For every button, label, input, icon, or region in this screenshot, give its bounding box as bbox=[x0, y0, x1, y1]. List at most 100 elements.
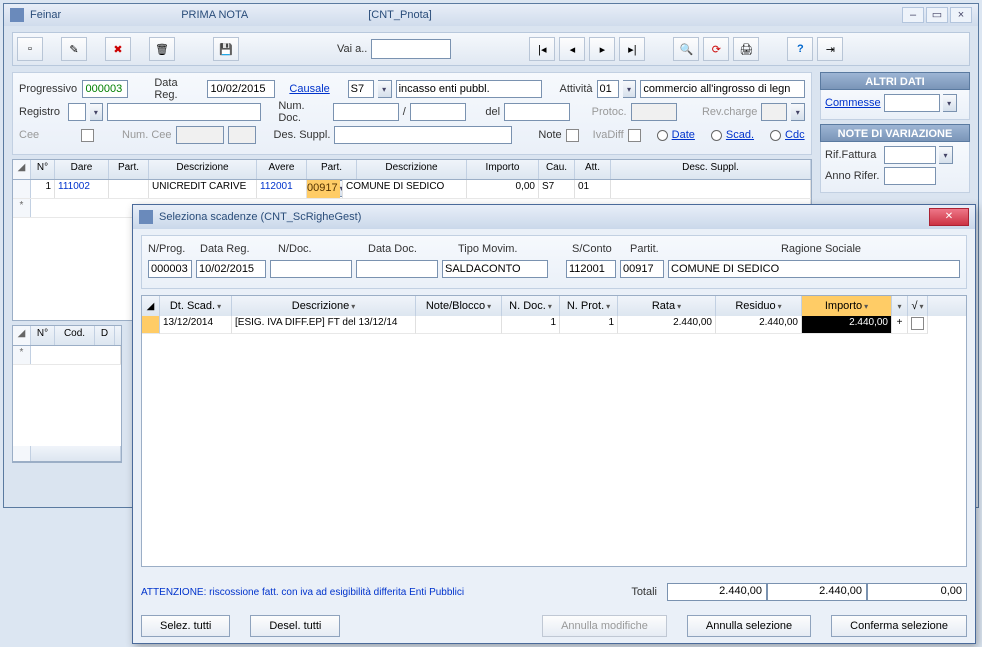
cdc-radio[interactable] bbox=[770, 130, 781, 141]
note-checkbox[interactable] bbox=[566, 129, 579, 142]
conferma-selezione-button[interactable]: Conferma selezione bbox=[831, 615, 967, 637]
rev-charge-label: Rev.charge bbox=[702, 106, 757, 118]
close-button[interactable]: × bbox=[950, 7, 972, 23]
col-cau[interactable]: Cau. bbox=[539, 160, 575, 179]
ndoc-field[interactable] bbox=[270, 260, 352, 278]
minimize-button[interactable]: – bbox=[902, 7, 924, 23]
help-button[interactable]: ? bbox=[787, 37, 813, 61]
attivita-dropdown[interactable]: ▾ bbox=[623, 80, 637, 98]
preview-button[interactable]: 🔍 bbox=[673, 37, 699, 61]
progressivo-field[interactable] bbox=[82, 80, 128, 98]
causale-desc-field[interactable] bbox=[396, 80, 542, 98]
col-plus[interactable]: ▾ bbox=[892, 296, 908, 316]
desel-tutti-button[interactable]: Desel. tutti bbox=[250, 615, 340, 637]
importo-editor[interactable]: 2.440,00 bbox=[802, 316, 892, 334]
dialog-close-button[interactable]: ✕ bbox=[929, 208, 969, 226]
scadenza-row[interactable]: 13/12/2014 [ESIG. IVA DIFF.EP] FT del 13… bbox=[142, 316, 966, 334]
attivita-desc-field[interactable] bbox=[640, 80, 805, 98]
col-att[interactable]: Att. bbox=[575, 160, 611, 179]
datareg-label: Data Reg. bbox=[200, 243, 274, 255]
col2-d[interactable]: D bbox=[95, 326, 115, 345]
window-title: PRIMA NOTA bbox=[181, 9, 248, 21]
data-reg-field[interactable] bbox=[207, 80, 275, 98]
grid-row[interactable]: 1 111002 UNICREDIT CARIVE 112001 00917 ▾… bbox=[13, 180, 811, 199]
delete-button[interactable]: ✖ bbox=[105, 37, 131, 61]
col-importo[interactable]: Importo▾ bbox=[802, 296, 892, 316]
col-part-d[interactable]: Part. bbox=[109, 160, 149, 179]
col-residuo[interactable]: Residuo▾ bbox=[716, 296, 802, 316]
nav-prev-button[interactable]: ◂ bbox=[559, 37, 585, 61]
col-rata[interactable]: Rata▾ bbox=[618, 296, 716, 316]
cee-checkbox[interactable] bbox=[81, 129, 94, 142]
del-field[interactable] bbox=[504, 103, 570, 121]
trash-button[interactable]: 🗑 bbox=[149, 37, 175, 61]
date-link[interactable]: Date bbox=[672, 129, 695, 141]
scad-radio[interactable] bbox=[711, 130, 722, 141]
annulla-selezione-button[interactable]: Annulla selezione bbox=[687, 615, 811, 637]
col-ndoc[interactable]: N. Doc.▾ bbox=[502, 296, 560, 316]
causale-code-field[interactable] bbox=[348, 80, 374, 98]
tipomov-field[interactable] bbox=[442, 260, 548, 278]
new-button[interactable]: ▫ bbox=[17, 37, 43, 61]
refresh-button[interactable]: ⟳ bbox=[703, 37, 729, 61]
col-descr[interactable]: Descrizione▾ bbox=[232, 296, 416, 316]
save-button[interactable]: 💾 bbox=[213, 37, 239, 61]
partit-field[interactable] bbox=[620, 260, 664, 278]
anno-rifer-field[interactable] bbox=[884, 167, 936, 185]
col-part-a[interactable]: Part. bbox=[307, 160, 357, 179]
datadoc-field[interactable] bbox=[356, 260, 438, 278]
nav-last-button[interactable]: ▸| bbox=[619, 37, 645, 61]
nprog-field[interactable] bbox=[148, 260, 192, 278]
registro-code-field[interactable] bbox=[68, 103, 86, 121]
col-desc-d[interactable]: Descrizione bbox=[149, 160, 257, 179]
num-cee-field2 bbox=[228, 126, 256, 144]
plus-button[interactable]: + bbox=[892, 316, 908, 334]
registro-dropdown[interactable]: ▾ bbox=[90, 103, 104, 121]
col-nprot[interactable]: N. Prot.▾ bbox=[560, 296, 618, 316]
annulla-modifiche-button: Annulla modifiche bbox=[542, 615, 667, 637]
col-importo[interactable]: Importo bbox=[467, 160, 539, 179]
attivita-code-field[interactable] bbox=[597, 80, 619, 98]
causale-link[interactable]: Causale bbox=[289, 83, 329, 95]
commesse-link[interactable]: Commesse bbox=[825, 97, 881, 109]
date-radio[interactable] bbox=[657, 130, 668, 141]
col2-n[interactable]: N° bbox=[31, 326, 55, 345]
num-doc-suffix-field[interactable] bbox=[410, 103, 466, 121]
commesse-dropdown[interactable]: ▾ bbox=[943, 94, 957, 112]
exit-button[interactable]: ⇥ bbox=[817, 37, 843, 61]
scad-link[interactable]: Scad. bbox=[726, 129, 754, 141]
rif-fattura-dropdown[interactable]: ▾ bbox=[939, 146, 953, 164]
col-dtscad[interactable]: Dt. Scad.▾ bbox=[160, 296, 232, 316]
nav-first-button[interactable]: |◂ bbox=[529, 37, 555, 61]
maximize-button[interactable]: ▭ bbox=[926, 7, 948, 23]
nav-next-button[interactable]: ▸ bbox=[589, 37, 615, 61]
col2-cod[interactable]: Cod. bbox=[55, 326, 95, 345]
vai-a-input[interactable] bbox=[371, 39, 451, 59]
ndoc-label: N/Doc. bbox=[278, 243, 364, 255]
rev-charge-dropdown[interactable]: ▾ bbox=[791, 103, 805, 121]
iva-diff-checkbox[interactable] bbox=[628, 129, 641, 142]
print-button[interactable]: 🖨 bbox=[733, 37, 759, 61]
col-desc-a[interactable]: Descrizione bbox=[357, 160, 467, 179]
registro-desc-field[interactable] bbox=[107, 103, 260, 121]
partit-label: Partit. bbox=[630, 243, 678, 255]
num-doc-field[interactable] bbox=[333, 103, 399, 121]
cdc-link[interactable]: Cdc bbox=[785, 129, 805, 141]
col-avere[interactable]: Avere bbox=[257, 160, 307, 179]
ragsoc-field[interactable] bbox=[668, 260, 960, 278]
des-suppl-field[interactable] bbox=[334, 126, 512, 144]
datareg-field[interactable] bbox=[196, 260, 266, 278]
selez-tutti-button[interactable]: Selez. tutti bbox=[141, 615, 230, 637]
rif-fattura-field[interactable] bbox=[884, 146, 936, 164]
sconto-field[interactable] bbox=[566, 260, 616, 278]
col-desc-suppl[interactable]: Desc. Suppl. bbox=[611, 160, 811, 179]
grid2-new-row[interactable]: * bbox=[13, 346, 121, 365]
col-noteblocco[interactable]: Note/Blocco▾ bbox=[416, 296, 502, 316]
col-check[interactable]: √▾ bbox=[908, 296, 928, 316]
commesse-field[interactable] bbox=[884, 94, 940, 112]
col-dare[interactable]: Dare bbox=[55, 160, 109, 179]
edit-button[interactable]: ✎ bbox=[61, 37, 87, 61]
causale-dropdown[interactable]: ▾ bbox=[378, 80, 392, 98]
col-n[interactable]: N° bbox=[31, 160, 55, 179]
part-a-cell[interactable]: 00917 bbox=[307, 180, 340, 198]
